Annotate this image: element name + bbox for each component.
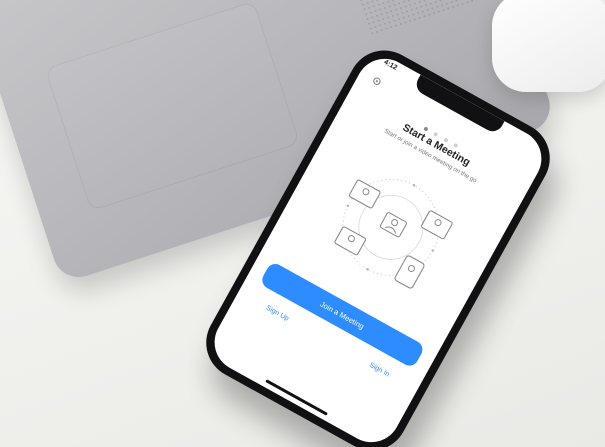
status-time: 4:12 <box>382 58 399 72</box>
home-indicator <box>265 379 328 416</box>
photo-scene: ▶ 4:12 Start a Meeting Start or join a v… <box>0 0 605 447</box>
earbuds-case <box>492 0 605 92</box>
laptop-speaker-grille <box>324 0 485 37</box>
laptop-trackpad <box>44 0 301 212</box>
